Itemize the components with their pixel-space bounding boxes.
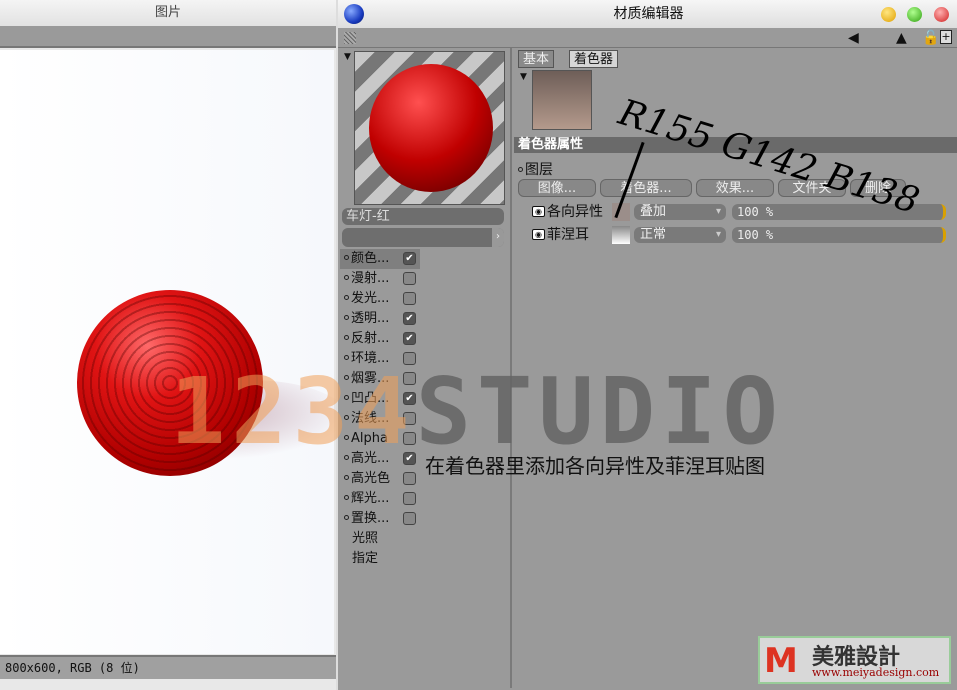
material-name-field[interactable]: 车灯-红 — [342, 208, 504, 225]
layer-row[interactable]: ◉ 菲涅耳 正常 100 % — [532, 226, 952, 244]
caption: 在着色器里添加各向异性及菲涅耳贴图 — [425, 454, 765, 478]
window-title: 材质编辑器 — [613, 6, 684, 22]
toolbar — [0, 26, 336, 48]
effects-button[interactable]: 效果... — [696, 179, 774, 197]
bullet-icon — [344, 495, 349, 500]
bullet-icon — [344, 255, 349, 260]
channel-checkbox[interactable] — [403, 492, 416, 505]
status-bar: 800x600, RGB (8 位) — [0, 655, 336, 679]
picture-viewer-window: 图片 800x600, RGB (8 位) — [0, 0, 350, 690]
channel-item[interactable]: 透明... ✔ — [340, 309, 420, 329]
bullet-icon — [344, 335, 349, 340]
channel-item[interactable]: 反射... ✔ — [340, 329, 420, 349]
channel-label: 反射... — [351, 331, 390, 346]
collapse-arrow-icon[interactable]: ▼ — [520, 72, 527, 82]
preview-sphere — [369, 64, 493, 192]
channel-item[interactable]: 指定 — [340, 549, 420, 569]
layer-name: 各向异性 — [547, 204, 603, 220]
material-preview[interactable] — [354, 51, 505, 205]
channel-checkbox[interactable]: ✔ — [403, 332, 416, 345]
back-arrow-icon[interactable]: ◀ — [848, 30, 859, 46]
render-image — [0, 50, 350, 654]
channel-checkbox[interactable]: ✔ — [403, 252, 416, 265]
chevron-right-icon: › — [492, 228, 504, 247]
layer-swatch[interactable] — [612, 226, 630, 244]
lock-icon[interactable]: 🔓 — [922, 30, 939, 46]
eye-icon[interactable]: ◉ — [532, 206, 545, 217]
eye-icon[interactable]: ◉ — [532, 229, 545, 240]
shader-preview-swatch — [532, 70, 592, 130]
brand-url: www.meiyadesign.com — [812, 666, 940, 679]
tab-shader[interactable]: 着色器 — [569, 50, 619, 68]
up-arrow-icon[interactable]: ▲ — [896, 30, 907, 46]
channel-label: 发光... — [351, 291, 390, 306]
channel-label: 辉光... — [351, 491, 390, 506]
channel-label: 置换... — [351, 511, 390, 526]
image-button[interactable]: 图像... — [518, 179, 596, 197]
channel-item[interactable]: 置换... — [340, 509, 420, 529]
blend-mode-select[interactable]: 叠加 — [634, 204, 726, 220]
channel-label: 透明... — [351, 311, 390, 326]
shader-button[interactable]: 着色器... — [600, 179, 692, 197]
channel-label: 高光色 — [351, 471, 391, 486]
new-window-icon[interactable]: + — [940, 30, 952, 44]
bullet-icon — [344, 515, 349, 520]
channel-item[interactable]: 辉光... — [340, 489, 420, 509]
bullet-icon — [344, 295, 349, 300]
title-bar: 材质编辑器 — [338, 0, 957, 28]
toolbar: ◀ ▲ 🔓 + — [338, 28, 957, 48]
bullet-icon — [344, 315, 349, 320]
app-logo-icon — [344, 4, 364, 24]
tab-basic[interactable]: 基本 — [518, 50, 555, 68]
maximize-button[interactable] — [907, 7, 922, 22]
channel-checkbox[interactable] — [403, 272, 416, 285]
bullet-icon — [344, 275, 349, 280]
bullet-icon — [344, 475, 349, 480]
layer-label: 图层 — [518, 159, 553, 179]
layer-name: 菲涅耳 — [547, 227, 589, 243]
channel-checkbox[interactable] — [403, 512, 416, 525]
watermark-studio: STUDIO — [415, 358, 784, 465]
brand-logo: M 美雅設計 www.meiyadesign.com — [758, 636, 951, 684]
channel-checkbox[interactable] — [403, 472, 416, 485]
watermark-number: 1234 — [170, 358, 416, 465]
layer-label-text: 图层 — [525, 162, 553, 178]
grip-handle-icon[interactable] — [344, 32, 356, 44]
channel-item[interactable]: 颜色... ✔ — [340, 249, 420, 269]
window-title: 图片 — [0, 0, 336, 26]
brand-mark: M — [764, 641, 798, 681]
channel-label: 漫射... — [351, 271, 390, 286]
channel-label: 颜色... — [351, 251, 390, 266]
minimize-button[interactable] — [881, 7, 896, 22]
channel-item[interactable]: 发光... — [340, 289, 420, 309]
opacity-slider[interactable]: 100 % — [732, 227, 946, 243]
close-button[interactable] — [934, 7, 949, 22]
channel-item[interactable]: 高光色 — [340, 469, 420, 489]
channel-checkbox[interactable] — [403, 292, 416, 305]
collapse-arrow-icon[interactable]: ▼ — [344, 52, 351, 62]
channel-item[interactable]: 光照 — [340, 529, 420, 549]
channel-item[interactable]: 漫射... — [340, 269, 420, 289]
blend-mode-select[interactable]: 正常 — [634, 227, 726, 243]
watermark: 1234STUDIO — [170, 358, 784, 465]
material-dropdown[interactable]: › — [342, 228, 504, 247]
channel-checkbox[interactable]: ✔ — [403, 312, 416, 325]
